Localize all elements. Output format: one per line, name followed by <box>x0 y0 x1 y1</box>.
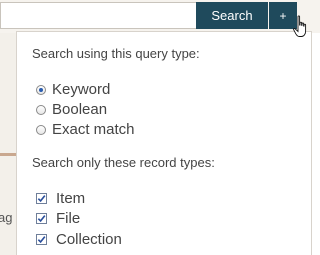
query-type-label: Keyword <box>52 81 111 98</box>
advanced-search-panel: Search using this query type: Keyword Bo… <box>16 31 312 255</box>
sidebar-divider <box>0 153 16 156</box>
query-type-label: Boolean <box>52 101 108 118</box>
radio-boolean[interactable] <box>36 104 46 115</box>
record-type-label: File <box>56 210 81 227</box>
query-type-exact-match[interactable]: Exact match <box>36 121 135 138</box>
search-button[interactable]: Search <box>196 2 268 29</box>
checkmark-icon <box>37 236 46 244</box>
hand-pointer-icon <box>293 15 307 37</box>
record-type-label: Collection <box>56 231 122 248</box>
radio-exact-match[interactable] <box>36 124 46 135</box>
query-type-label: Exact match <box>52 121 135 138</box>
checkbox-file[interactable] <box>36 213 47 224</box>
checkbox-collection[interactable] <box>36 234 47 245</box>
search-input[interactable] <box>0 2 196 29</box>
record-type-item[interactable]: Item <box>36 190 85 207</box>
query-type-heading: Search using this query type: <box>32 46 200 61</box>
checkbox-item[interactable] <box>36 193 47 204</box>
background-clipped-text: ag <box>0 210 13 225</box>
query-type-boolean[interactable]: Boolean <box>36 101 107 118</box>
checkmark-icon <box>37 215 46 223</box>
record-type-collection[interactable]: Collection <box>36 231 122 248</box>
record-type-label: Item <box>56 190 86 207</box>
radio-keyword[interactable] <box>36 84 46 95</box>
record-types-heading: Search only these record types: <box>32 155 215 170</box>
record-type-file[interactable]: File <box>36 210 80 227</box>
query-type-keyword[interactable]: Keyword <box>36 81 110 98</box>
checkmark-icon <box>37 195 46 203</box>
